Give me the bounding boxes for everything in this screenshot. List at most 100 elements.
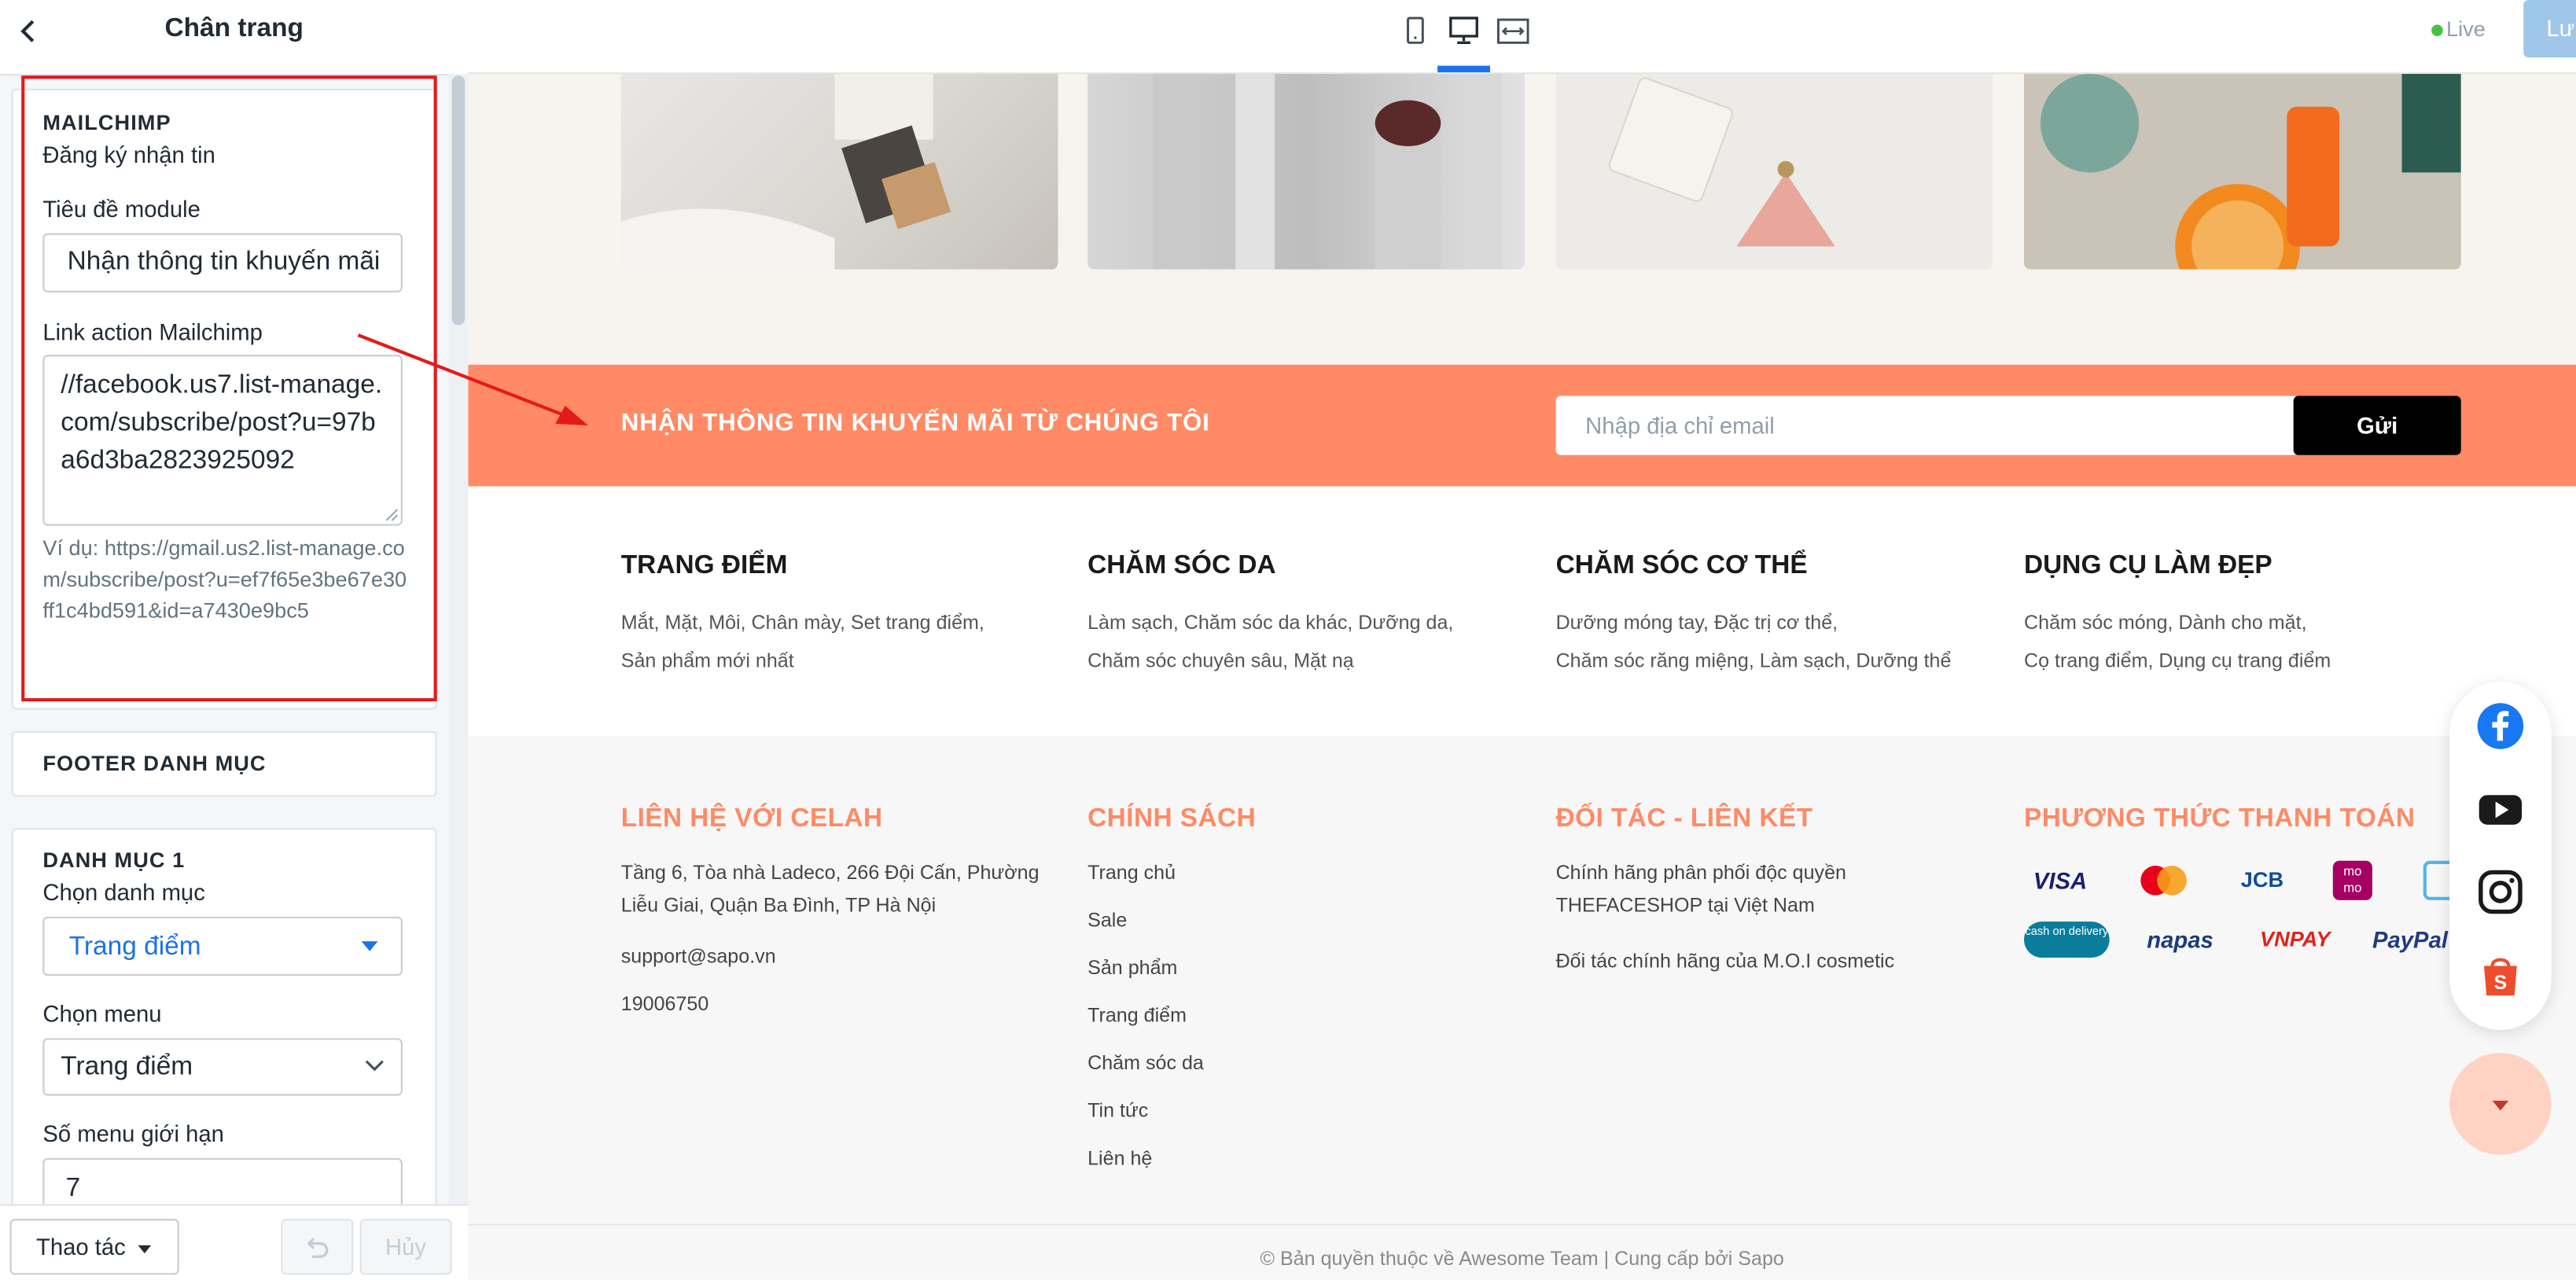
- vnpay-logo: VNPAY: [2259, 926, 2331, 951]
- visa-logo: VISA: [2033, 867, 2088, 894]
- choose-category-label: Chọn danh mục: [42, 878, 205, 906]
- paypal-logo: PayPal: [2372, 926, 2448, 953]
- momo-logo: mo mo: [2332, 860, 2372, 900]
- contact-address: Tầng 6, Tòa nhà Ladeco, 266 Đội Cấn, Phư…: [620, 860, 1040, 917]
- choose-menu-label: Chọn menu: [42, 1000, 162, 1027]
- caret-down-icon: [361, 941, 378, 951]
- sidebar-footer: Thao tác Hủy: [0, 1204, 469, 1280]
- scroll-toggle-button[interactable]: [2449, 1053, 2552, 1155]
- policy-title: CHÍNH SÁCH: [1087, 804, 1257, 833]
- category-title[interactable]: CHĂM SÓC CƠ THỂ: [1556, 552, 1808, 582]
- mastercard-logo: [2140, 866, 2187, 896]
- choose-category-select[interactable]: Trang điểm: [42, 916, 403, 977]
- contact-email[interactable]: support@sapo.vn: [621, 940, 776, 973]
- partners-text: Chính hãng phân phối độc quyền THEFACESH…: [1555, 860, 1846, 917]
- mobile-view-icon[interactable]: [1398, 17, 1431, 46]
- caret-down-icon: [138, 1245, 152, 1254]
- perfume-image: [1608, 77, 1835, 247]
- sidebar-title: Chân trang: [164, 14, 304, 43]
- category-links[interactable]: Mắt, Mặt, Môi, Chân mày, Set trang điểm,…: [621, 605, 1073, 680]
- undo-icon: [307, 1238, 329, 1258]
- desktop-view-icon[interactable]: [1448, 17, 1481, 46]
- orange-serum-image: [2040, 74, 2461, 270]
- category-links-line: Chăm sóc răng miệng, Làm sạch, Dưỡng thể: [1555, 649, 1952, 672]
- active-device-indicator: [1437, 65, 1490, 72]
- caret-down-icon: [2492, 1100, 2509, 1111]
- footer-categories-title: FOOTER DANH MỤC: [42, 750, 267, 776]
- policy-link[interactable]: Chăm sóc da: [1087, 1046, 1204, 1080]
- contact-title: LIÊN HỆ VỚI CELAH: [620, 804, 883, 833]
- copyright-bar: © Bản quyền thuộc về Awesome Team | Cung…: [468, 1223, 2576, 1280]
- facebook-icon[interactable]: [2476, 701, 2526, 751]
- cod-logo: cash on delivery: [2024, 921, 2110, 958]
- policy-link[interactable]: Liên hệ: [1087, 1142, 1152, 1175]
- sidebar-header: Chân trang: [0, 0, 469, 76]
- policy-link[interactable]: Trang chủ: [1087, 856, 1176, 889]
- svg-text:S: S: [2494, 972, 2508, 994]
- newsletter-heading: NHẬN THÔNG TIN KHUYẾN MÃI TỪ CHÚNG TÔI: [620, 409, 1210, 437]
- jcb-logo: JCB: [2240, 867, 2284, 892]
- category-title[interactable]: CHĂM SÓC DA: [1087, 552, 1276, 582]
- category-links-line: Dưỡng móng tay, Đặc trị cơ thể,: [1555, 611, 1838, 634]
- partners-title: ĐỐI TÁC - LIÊN KẾT: [1555, 804, 1813, 833]
- live-label: Live: [2445, 16, 2486, 42]
- category-title[interactable]: DỤNG CỤ LÀM ĐẸP: [2024, 552, 2272, 582]
- live-dot-icon: [2431, 24, 2443, 36]
- menu-limit-label: Số menu giới hạn: [42, 1120, 224, 1147]
- category-links-line: Sản phẩm mới nhất: [620, 649, 794, 672]
- storefront-preview: NHẬN THÔNG TIN KHUYẾN MÃI TỪ CHÚNG TÔI N…: [468, 74, 2576, 1280]
- policy-link[interactable]: Trang điểm: [1087, 999, 1187, 1032]
- choose-menu-select[interactable]: Trang điểm: [42, 1038, 403, 1096]
- momo-label: mo mo: [2343, 863, 2362, 896]
- partners-text: Đối tác chính hãng của M.O.I cosmetic: [1555, 949, 1895, 973]
- instagram-icon[interactable]: [2476, 867, 2526, 917]
- save-button[interactable]: Lưu: [2523, 0, 2576, 58]
- gallery-photo[interactable]: [1087, 74, 1525, 270]
- lipstick-image: [1153, 74, 1502, 270]
- settings-sidebar: Chân trang MAILCHIMP Đăng ký nhận tin Ti…: [0, 0, 470, 1280]
- policy-link[interactable]: Tin tức: [1087, 1094, 1148, 1127]
- actions-dropdown-button[interactable]: Thao tác: [9, 1219, 179, 1275]
- actions-label: Thao tác: [35, 1234, 126, 1260]
- newsletter-email-input[interactable]: Nhập địa chỉ email: [1555, 395, 2298, 455]
- category1-title: DANH MỤC 1: [42, 848, 186, 873]
- cod-label: cash on delivery: [2025, 926, 2109, 938]
- category-links-line: Chăm sóc móng, Dành cho mặt,: [2024, 611, 2307, 634]
- choose-menu-value: Trang điểm: [61, 1053, 193, 1081]
- policy-link[interactable]: Sản phẩm: [1087, 951, 1177, 984]
- newsletter-submit-button[interactable]: Gửi: [2293, 395, 2461, 455]
- choose-category-value: Trang điểm: [68, 932, 201, 962]
- gallery-photo[interactable]: [2024, 74, 2461, 270]
- category-links-line: Làm sạch, Chăm sóc da khác, Dưỡng da,: [1087, 611, 1454, 634]
- undo-button[interactable]: [281, 1219, 354, 1275]
- shopee-icon[interactable]: S: [2476, 951, 2526, 1001]
- footer-info: LIÊN HỆ VỚI CELAH Tầng 6, Tòa nhà Ladeco…: [468, 736, 2576, 1224]
- newsletter-placeholder: Nhập địa chỉ email: [1585, 412, 1775, 439]
- highlight-box: [21, 75, 437, 702]
- gallery-photo[interactable]: [1555, 74, 1993, 270]
- contact-phone[interactable]: 19006750: [621, 988, 709, 1021]
- youtube-icon[interactable]: [2476, 784, 2526, 833]
- chevron-down-icon: [365, 1060, 384, 1072]
- category-links-line: Chăm sóc chuyên sâu, Mặt nạ: [1087, 649, 1354, 672]
- category-title[interactable]: TRANG ĐIỂM: [621, 552, 788, 582]
- product-box-image: [620, 74, 951, 270]
- fullwidth-view-icon[interactable]: [1496, 17, 1529, 46]
- live-status: Live: [2431, 16, 2486, 42]
- category-links-line: Mắt, Mặt, Môi, Chân mày, Set trang điểm,: [620, 611, 984, 634]
- category-links[interactable]: Làm sạch, Chăm sóc da khác, Dưỡng da, Chă…: [1087, 605, 1540, 680]
- policy-link[interactable]: Sale: [1087, 903, 1127, 936]
- category-links-line: Cọ trang điểm, Dụng cụ trang điểm: [2024, 649, 2331, 672]
- editor-topbar: Live Lưu: [468, 0, 2576, 75]
- napas-logo: napas: [2147, 926, 2214, 953]
- back-arrow-icon[interactable]: [17, 17, 39, 46]
- payment-title: PHƯƠNG THỨC THANH TOÁN: [2024, 804, 2416, 833]
- sidebar-scrollbar-thumb[interactable]: [451, 75, 466, 326]
- category-links[interactable]: Chăm sóc móng, Dành cho mặt, Cọ trang điể…: [2024, 605, 2476, 680]
- category-links[interactable]: Dưỡng móng tay, Đặc trị cơ thể, Chăm sóc …: [1556, 605, 2008, 680]
- social-float-bar: S: [2449, 682, 2552, 1030]
- menu-limit-value: 7: [65, 1174, 81, 1203]
- cancel-button[interactable]: Hủy: [359, 1219, 452, 1275]
- newsletter-bar: NHẬN THÔNG TIN KHUYẾN MÃI TỪ CHÚNG TÔI N…: [468, 364, 2576, 487]
- gallery-photo[interactable]: [620, 74, 1058, 270]
